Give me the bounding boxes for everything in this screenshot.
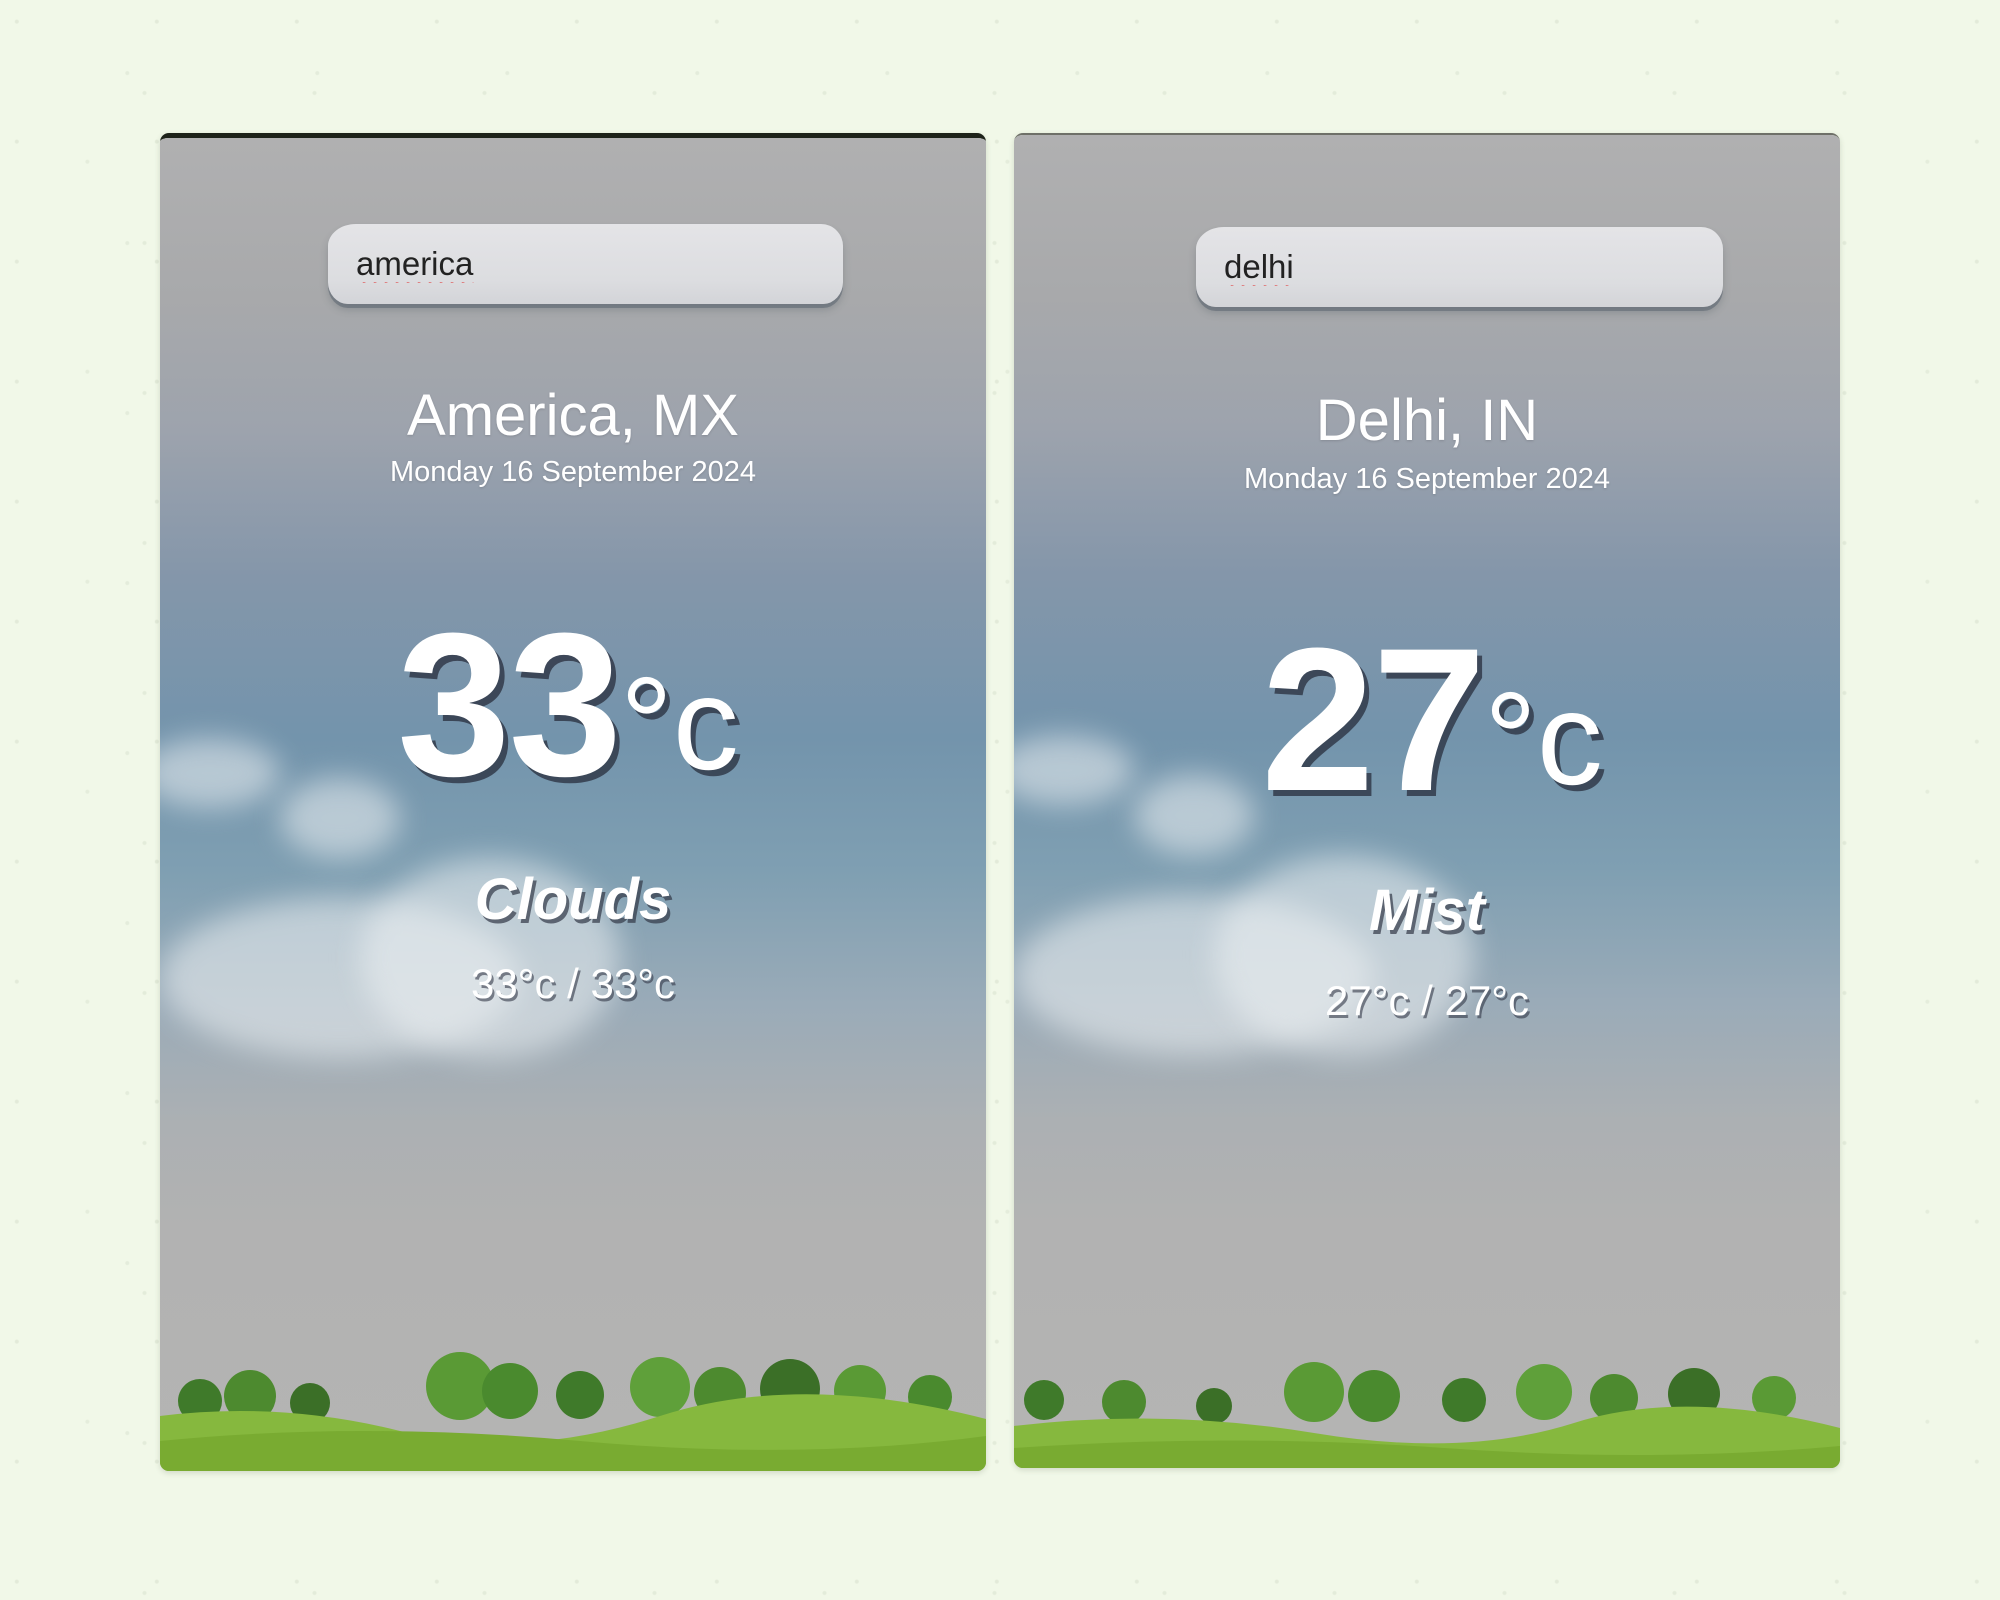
weather-card-america: America, MX Monday 16 September 2024 33°…	[160, 133, 986, 1471]
temperature-range: 27°c / 27°c	[1324, 977, 1530, 1024]
weather-condition: Mist	[1369, 878, 1485, 943]
city-search-input[interactable]	[328, 224, 843, 304]
location-name: America, MX	[407, 383, 739, 448]
temperature-value: 33	[397, 591, 622, 819]
current-temperature: 33°c	[160, 588, 986, 823]
weather-card-delhi: Delhi, IN Monday 16 September 2024 27°c …	[1014, 133, 1840, 1468]
current-date: Monday 16 September 2024	[390, 456, 756, 488]
current-date: Monday 16 September 2024	[1244, 463, 1610, 495]
weather-condition: Clouds	[474, 867, 672, 932]
temperature-range: 33°c / 33°c	[470, 960, 676, 1007]
current-temperature: 27°c	[1024, 603, 1840, 838]
grass-hills-image	[1014, 1288, 1840, 1468]
temperature-unit: °c	[620, 650, 739, 797]
temperature-unit: °c	[1484, 665, 1603, 812]
location-name: Delhi, IN	[1315, 388, 1539, 453]
grass-hills-image	[160, 1291, 986, 1471]
city-search-input[interactable]	[1196, 227, 1723, 307]
temperature-value: 27	[1261, 606, 1486, 834]
